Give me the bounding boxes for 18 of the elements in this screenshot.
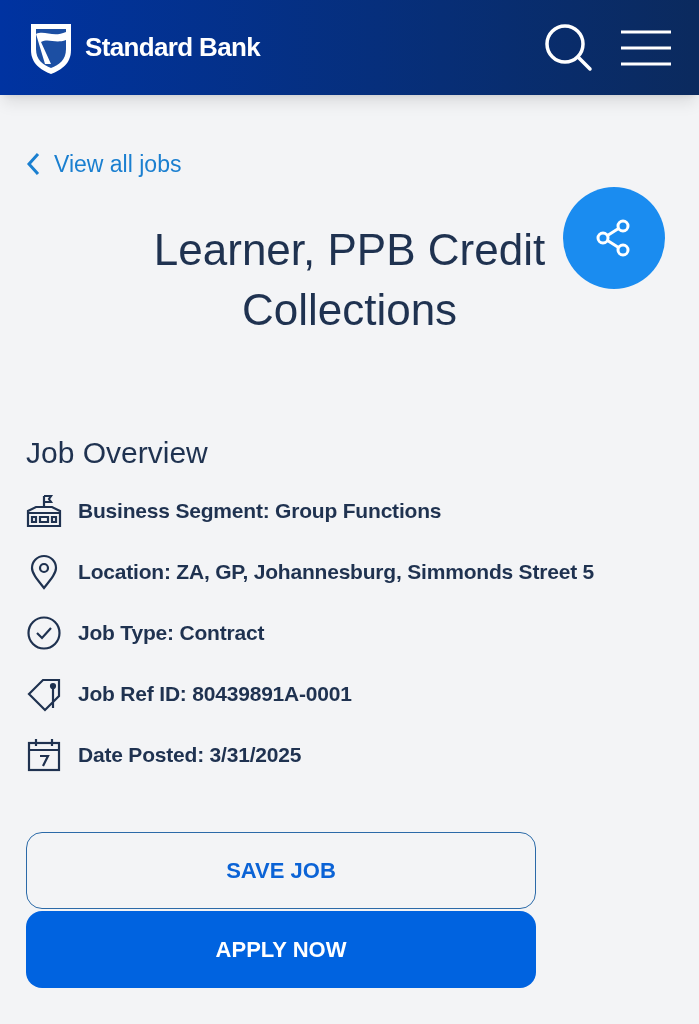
overview-item-text: Job Ref ID: 80439891A-0001 [78, 681, 352, 708]
overview-item-text: Location: ZA, GP, Johannesburg, Simmonds Street 5 [78, 559, 595, 586]
overview-item-text: Business Segment: Group Functions [78, 498, 442, 525]
chevron-left-icon [26, 152, 40, 177]
brand-name[interactable]: Standard Bank [85, 28, 261, 67]
job-title: Learner, PPB Credit Collections [152, 223, 547, 336]
overview-item-text: Job Type: Contract [78, 620, 265, 647]
calendar-icon [26, 737, 62, 773]
overview-item-text: Date Posted: 3/31/2025 [78, 742, 302, 769]
save-job-button[interactable]: SAVE JOB [26, 831, 536, 909]
tag-icon [26, 676, 62, 712]
apply-now-button[interactable]: APPLY NOW [26, 910, 536, 988]
building-icon [26, 493, 62, 529]
menu-icon[interactable] [620, 29, 672, 66]
section-heading: Job Overview [26, 434, 209, 471]
back-link[interactable]: View all jobs [26, 147, 182, 182]
check-circle-icon [26, 615, 62, 651]
search-icon[interactable] [544, 22, 594, 73]
